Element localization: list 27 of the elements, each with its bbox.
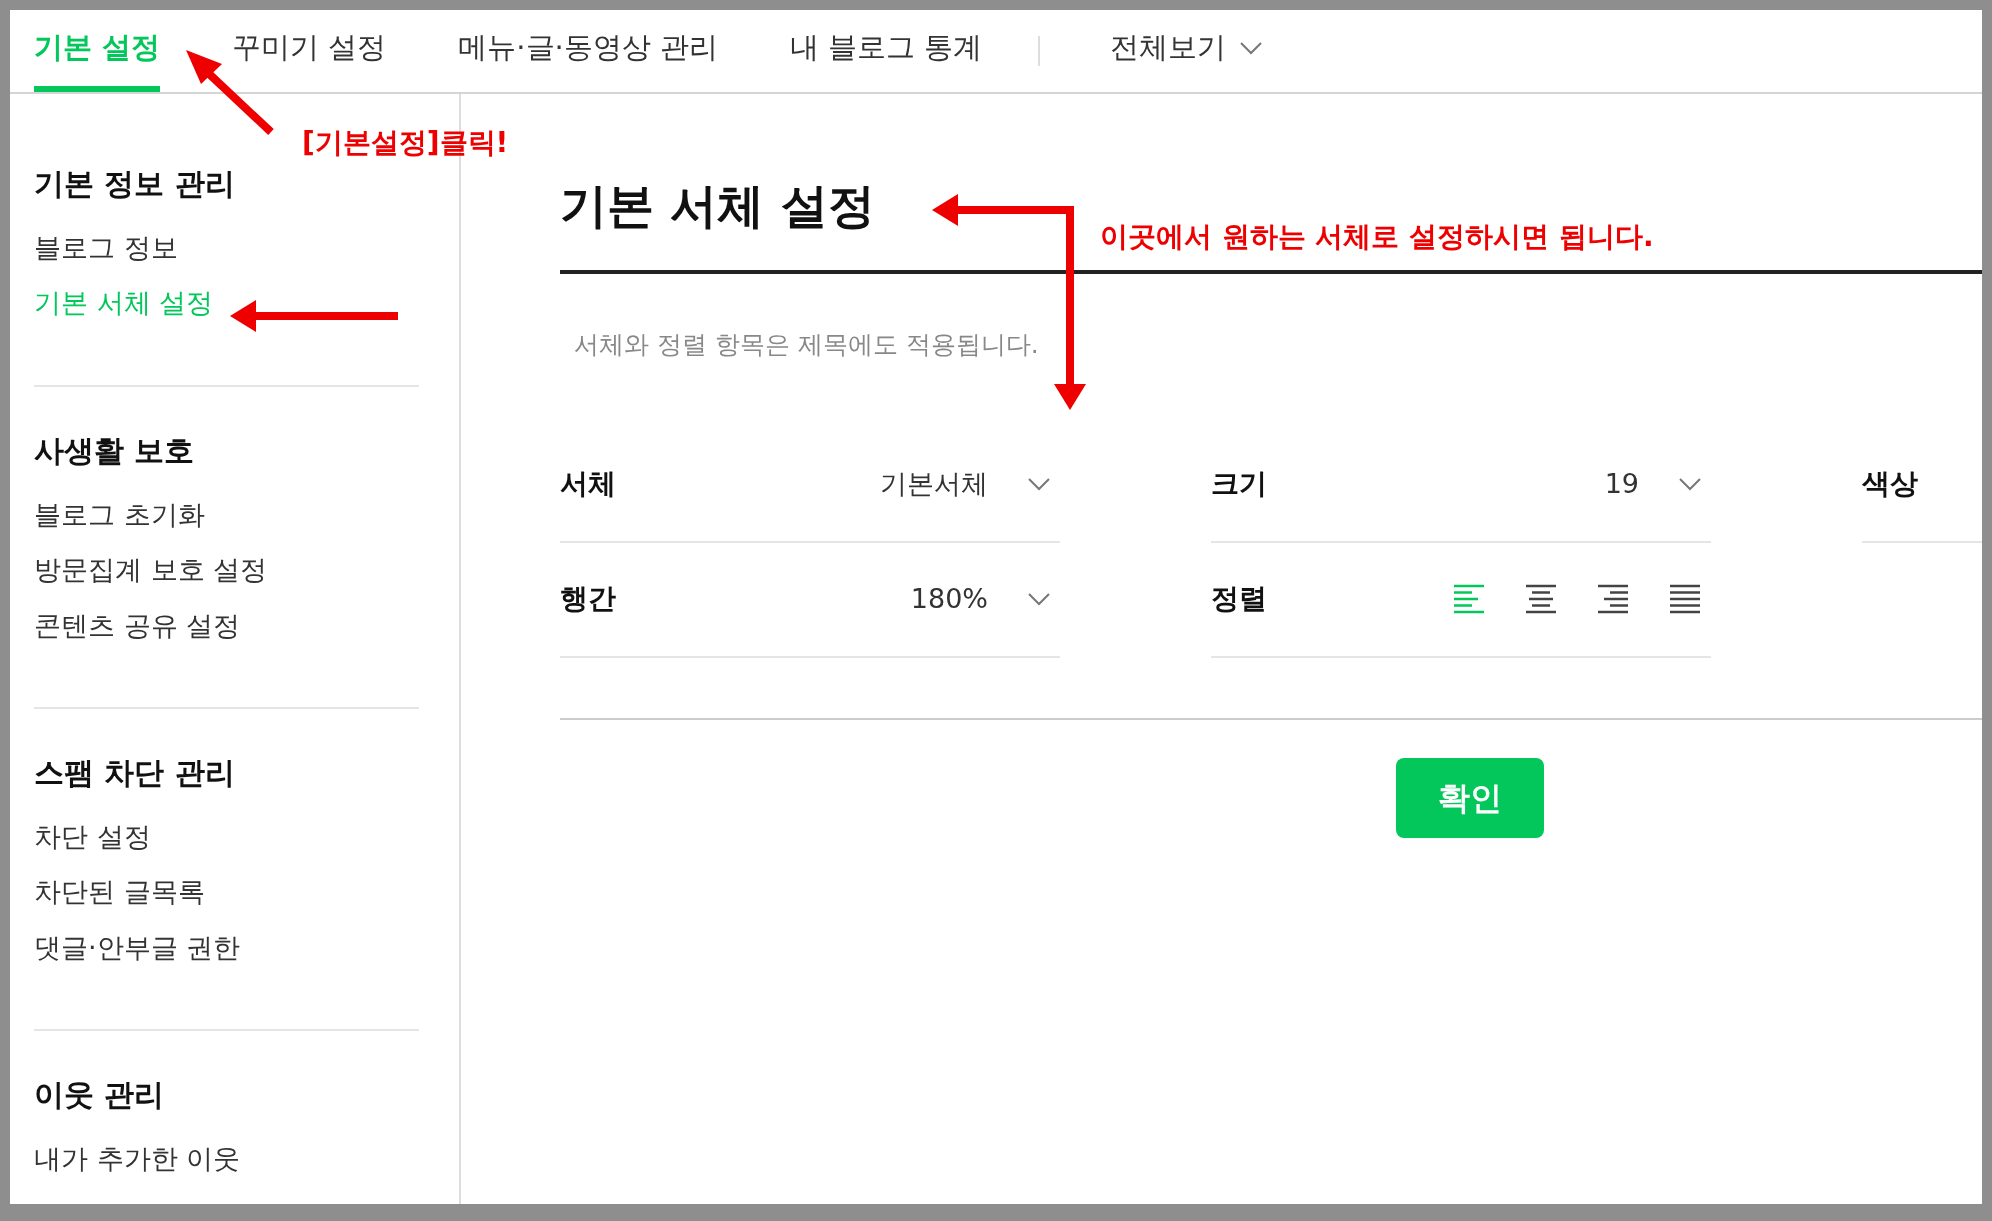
nav-tab[interactable]: 꾸미기 설정	[232, 10, 387, 92]
nav-tab[interactable]: 메뉴·글·동영상 관리	[458, 10, 718, 92]
info-text: 서체와 정렬 항목은 제목에도 적용됩니다.	[574, 329, 1040, 362]
annotation-text: [기본설정]클릭!	[302, 125, 509, 161]
select-dropdown[interactable]: 19	[1371, 464, 1711, 505]
sidebar-item[interactable]: 방문집계 보호 설정	[34, 554, 419, 587]
sidebar-item[interactable]: 차단된 글목록	[34, 876, 419, 909]
sidebar-item[interactable]: 블로그 정보	[34, 232, 419, 265]
annotation-text: 이곳에서 원하는 서체로 설정하시면 됩니다.	[1100, 219, 1654, 255]
sidebar-item[interactable]: 콘텐츠 공유 설정	[34, 609, 419, 642]
setting-label: 서체	[560, 466, 617, 503]
setting-label: 크기	[1211, 466, 1268, 503]
nav-tab[interactable]: 내 블로그 통계	[790, 10, 983, 92]
select-dropdown[interactable]: 180%	[720, 579, 1060, 620]
setting-label: 정렬	[1211, 581, 1268, 618]
menu-dropdown[interactable]: 전체보기	[1110, 10, 1263, 92]
setting-label: 행간	[560, 581, 617, 618]
sidebar-item[interactable]: 블로그 초기화	[34, 498, 419, 532]
setting-label: 색상	[1862, 466, 1919, 503]
sidebar-item[interactable]: 댓글·안부글 권한	[34, 931, 419, 965]
section-heading: 기본 정보 관리	[34, 166, 236, 202]
select-dropdown[interactable]: 기본서체	[720, 464, 1060, 505]
section-heading: 사생활 보호	[34, 432, 196, 469]
sidebar-item[interactable]: 내가 추가한 이웃	[34, 1143, 419, 1176]
sidebar-item[interactable]: 차단 설정	[34, 820, 419, 854]
section-heading: 스팸 차단 관리	[34, 754, 236, 791]
section-heading: 이웃 관리	[34, 1077, 166, 1114]
